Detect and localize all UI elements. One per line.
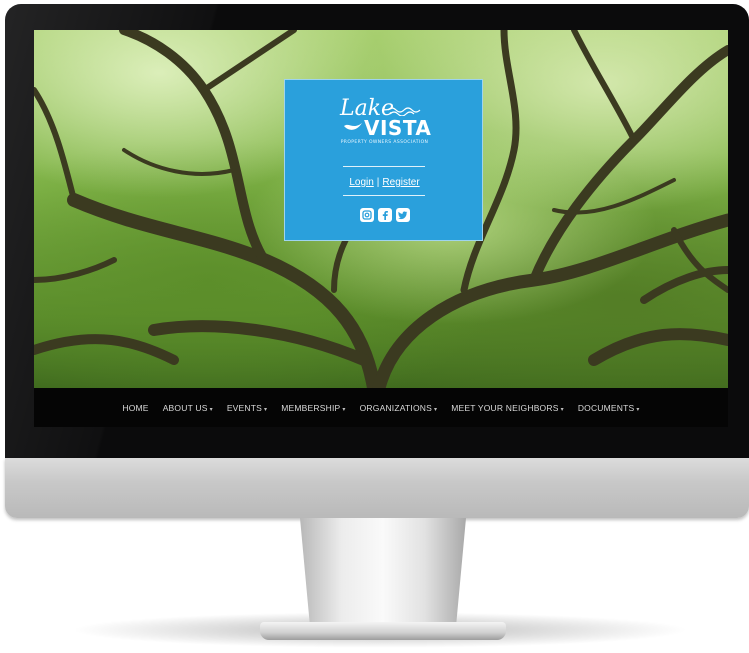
logo-name-main: VISTA [364,116,432,140]
instagram-icon [361,210,372,220]
nav-item-documents[interactable]: DOCUMENTS ▾ [578,403,640,413]
nav-item-about-us[interactable]: ABOUT US ▾ [163,403,213,413]
chevron-down-icon: ▾ [264,406,268,413]
nav-item-home[interactable]: HOME [122,403,148,413]
register-link[interactable]: Register [382,177,419,188]
divider [343,166,425,167]
bird-icon [344,123,362,130]
nav-item-meet-your-neighbors[interactable]: MEET YOUR NEIGHBORS ▾ [451,403,564,413]
nav-item-label: ABOUT US [162,402,208,413]
nav-item-label: EVENTS [226,402,263,413]
nav-item-label: HOME [122,402,149,413]
lake-vista-logo: Lake VISTA PROPERTY OWNERS ASSOCIATION [285,96,484,154]
twitter-icon [397,211,407,220]
instagram-button[interactable] [359,208,374,222]
social-links [285,208,484,222]
nav-item-label: DOCUMENTS [577,402,635,413]
chevron-down-icon: ▾ [636,406,640,413]
logo-card: Lake VISTA PROPERTY OWNERS ASSOCIATION L… [284,79,483,241]
monitor-stand-base [260,622,506,640]
facebook-button[interactable] [377,208,392,222]
website-screen: Lake VISTA PROPERTY OWNERS ASSOCIATION L… [34,30,728,427]
twitter-button[interactable] [395,208,410,222]
nav-item-label: MEMBERSHIP [281,402,341,413]
chevron-down-icon: ▾ [209,406,213,413]
nav-item-label: MEET YOUR NEIGHBORS [451,402,559,413]
monitor-chin [5,458,749,518]
auth-links: Login | Register [285,177,484,188]
facebook-icon [382,211,388,220]
nav-item-label: ORGANIZATIONS [359,402,432,413]
chevron-down-icon: ▾ [560,406,564,413]
logo-tagline: PROPERTY OWNERS ASSOCIATION [340,140,429,145]
chevron-down-icon: ▾ [342,406,346,413]
nav-item-events[interactable]: EVENTS ▾ [227,403,267,413]
nav-item-organizations[interactable]: ORGANIZATIONS ▾ [360,403,438,413]
waves-icon [388,107,421,116]
main-navigation: HOME ABOUT US ▾ EVENTS ▾ MEMBERSHIP ▾ ORGANIZAT… [34,388,728,427]
chevron-down-icon: ▾ [433,406,438,413]
monitor-stand-neck [300,518,466,626]
nav-item-membership[interactable]: MEMBERSHIP ▾ [281,403,345,413]
divider [343,195,425,196]
login-link[interactable]: Login [349,177,373,188]
